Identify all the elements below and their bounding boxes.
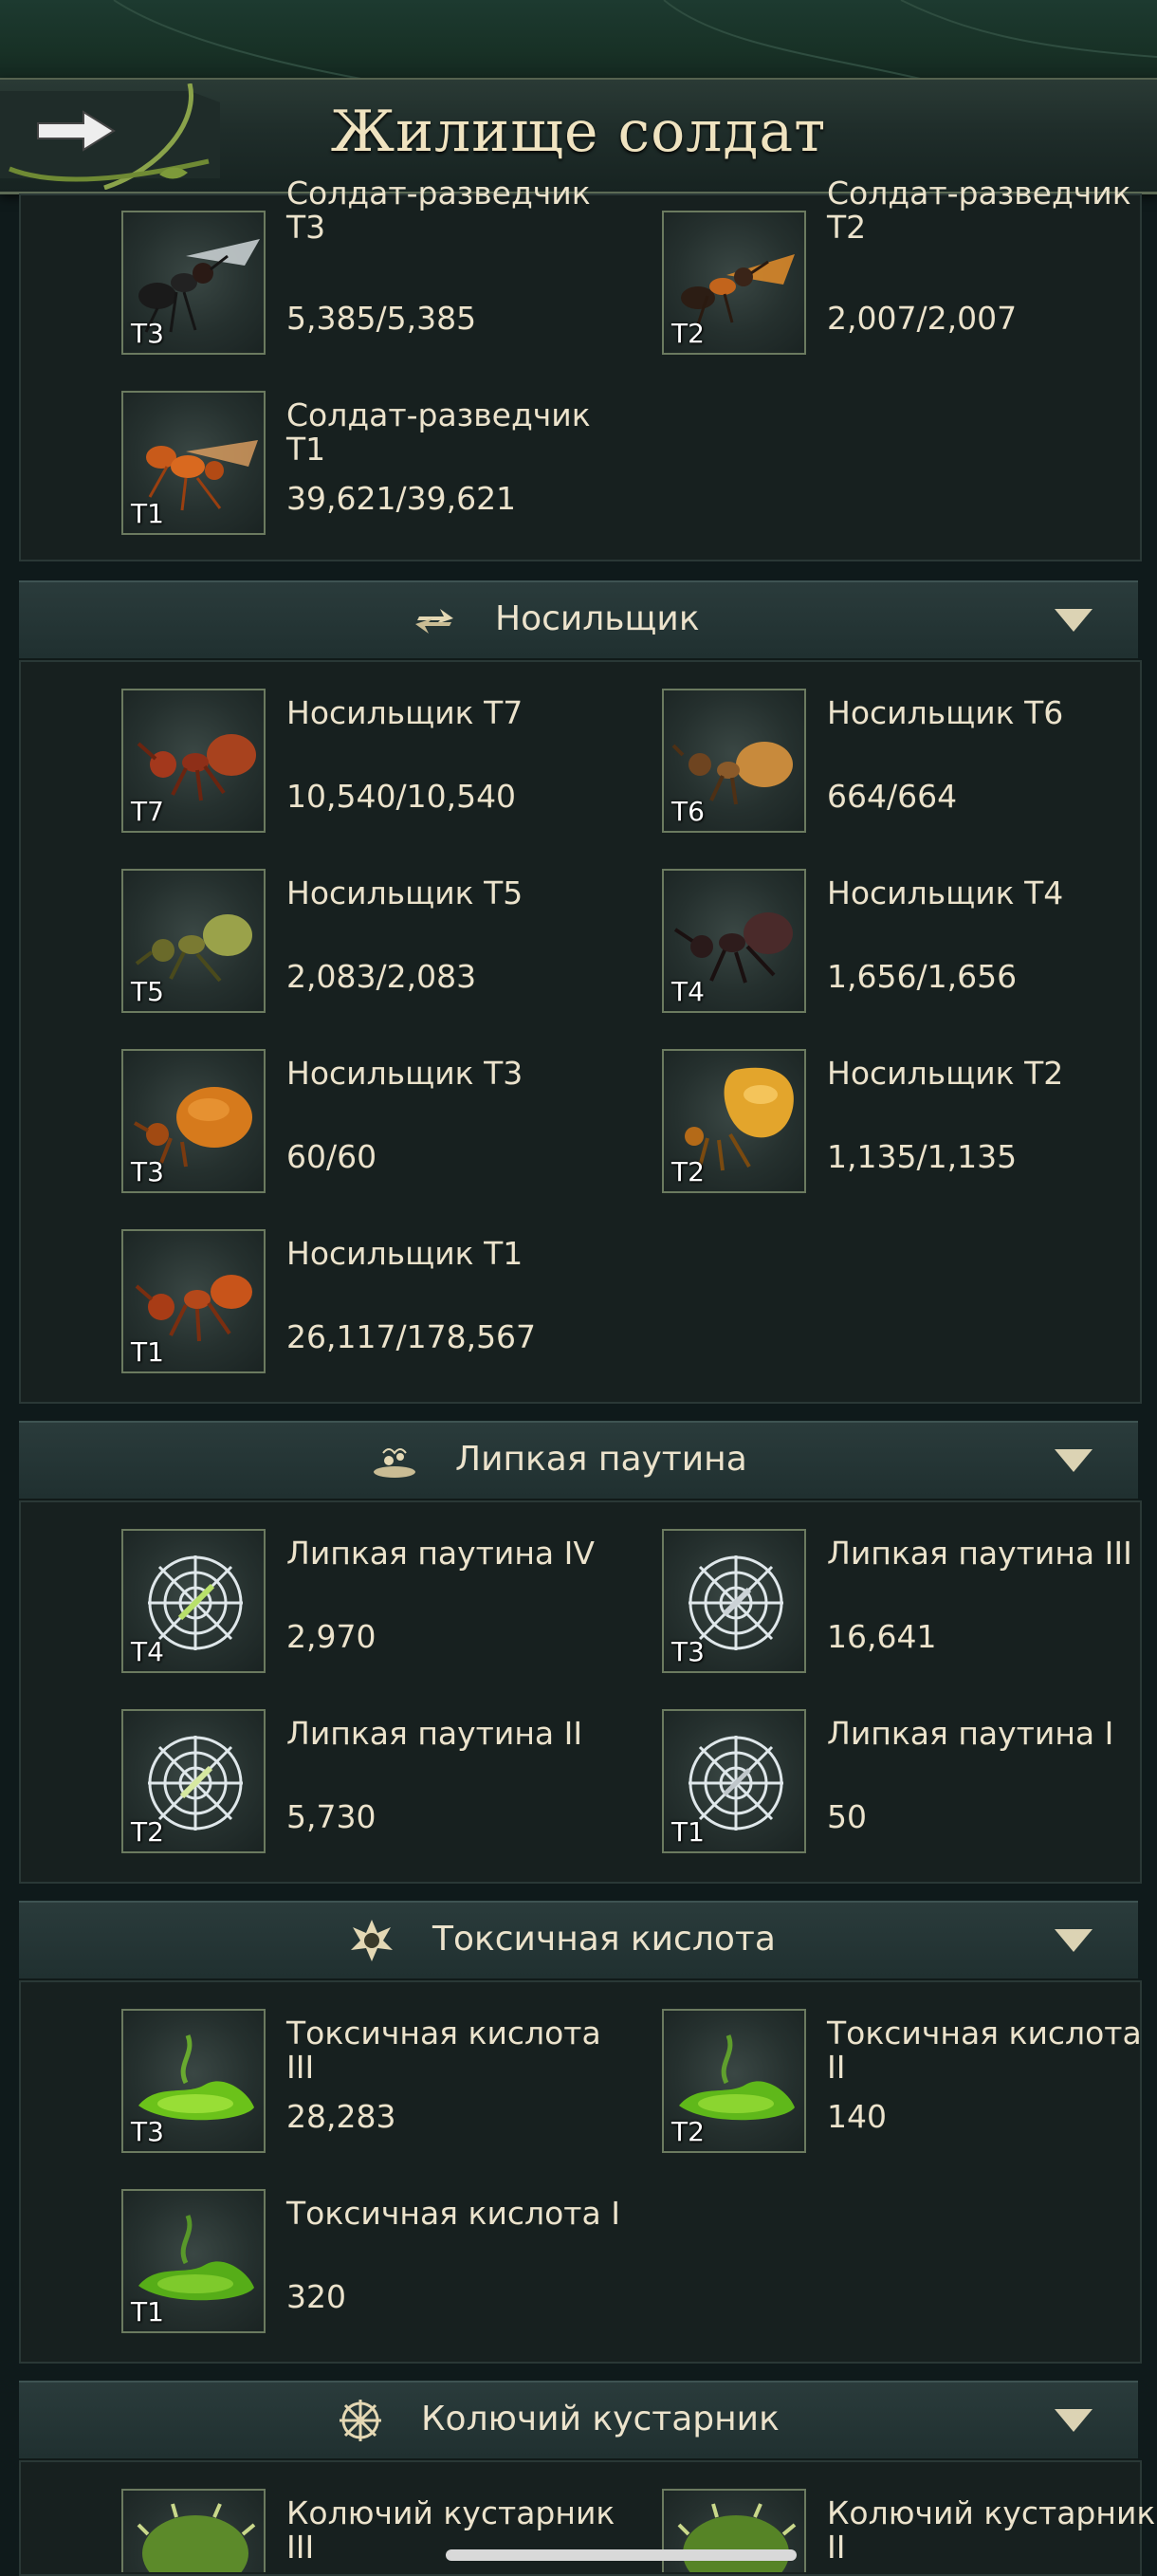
item-count: 5,730 <box>286 1798 376 1835</box>
item-name: Носильщик T5 <box>286 874 523 911</box>
web-2-item[interactable]: T2 Липкая паутина II 5,730 <box>121 1709 615 1861</box>
carrier-t3-item[interactable]: T3 Носильщик T3 60/60 <box>121 1049 615 1201</box>
item-count: 16,641 <box>827 1618 937 1655</box>
web-1-item[interactable]: T1 Липкая паутина I 50 <box>662 1709 1155 1861</box>
item-count: 50 <box>827 1798 867 1835</box>
spider-web-icon: T3 <box>662 1529 806 1673</box>
item-name: Колючий кустарник II <box>827 2494 1155 2566</box>
chevron-down-icon <box>1055 1449 1093 1472</box>
scout-t1-item[interactable]: T1 Солдат-разведчик T1 39,621/39,621 <box>121 391 615 543</box>
item-name: Носильщик T7 <box>286 694 523 731</box>
carrier-t5-item[interactable]: T5 Носильщик T5 2,083/2,083 <box>121 869 615 1021</box>
carrier-t1-item[interactable]: T1 Носильщик T1 26,117/178,567 <box>121 1229 615 1381</box>
item-name: Солдат-разведчик T3 <box>286 175 591 246</box>
item-count: 10,540/10,540 <box>286 778 517 815</box>
item-name: Токсичная кислота II <box>827 2015 1142 2086</box>
carrier-t6-item[interactable]: T6 Носильщик T6 664/664 <box>662 689 1155 840</box>
section-header-carrier[interactable]: Носильщик <box>19 580 1138 660</box>
item-count: 320 <box>286 2278 346 2315</box>
item-name: Липкая паутина IV <box>286 1535 595 1572</box>
acid-3-item[interactable]: T3 Токсичная кислота III 28,283 <box>121 2009 615 2161</box>
chevron-down-icon <box>1055 2409 1093 2432</box>
carrier-t7-item[interactable]: T7 Носильщик T7 10,540/10,540 <box>121 689 615 840</box>
section-header-toxic-acid[interactable]: Токсичная кислота <box>19 1901 1138 1980</box>
spider-web-icon: T4 <box>121 1529 266 1673</box>
chevron-down-icon <box>1055 609 1093 632</box>
item-name: Токсичная кислота III <box>286 2015 601 2086</box>
carrier-ant-icon: T6 <box>662 689 806 833</box>
item-count: 5,385/5,385 <box>286 300 477 337</box>
item-name: Токсичная кислота I <box>286 2195 620 2232</box>
item-count: 39,621/39,621 <box>286 480 517 517</box>
item-name: Носильщик T1 <box>286 1235 523 1272</box>
web-4-item[interactable]: T4 Липкая паутина IV 2,970 <box>121 1529 615 1681</box>
carrier-arrows-icon <box>415 609 453 634</box>
item-name: Липкая паутина III <box>827 1535 1132 1572</box>
scout-t2-item[interactable]: T2 Солдат-разведчик T2 2,007/2,007 <box>662 176 1155 362</box>
carrier-t4-item[interactable]: T4 Носильщик T4 1,656/1,656 <box>662 869 1155 1021</box>
winged-ant-icon: T3 <box>121 211 266 355</box>
section-title: Липкая паутина <box>455 1440 747 1479</box>
item-name: Носильщик T3 <box>286 1055 523 1092</box>
section-header-thorny-bush[interactable]: Колючий кустарник <box>19 2381 1138 2460</box>
winged-ant-icon: T1 <box>121 391 266 535</box>
carrier-ant-icon: T2 <box>662 1049 806 1193</box>
sticky-web-icon <box>374 1448 415 1478</box>
carrier-t2-item[interactable]: T2 Носильщик T2 1,135/1,135 <box>662 1049 1155 1201</box>
item-name: Солдат-разведчик T1 <box>286 396 591 468</box>
acid-puddle-icon: T2 <box>662 2009 806 2153</box>
item-name: Носильщик T6 <box>827 694 1064 731</box>
spider-web-icon: T2 <box>121 1709 266 1853</box>
item-count: 140 <box>827 2098 887 2135</box>
item-name: Липкая паутина II <box>286 1715 583 1752</box>
chevron-down-icon <box>1055 1929 1093 1952</box>
section-title: Колючий кустарник <box>421 2400 780 2438</box>
item-name: Липкая паутина I <box>827 1715 1114 1752</box>
item-count: 26,117/178,567 <box>286 1318 537 1355</box>
scout-t3-item[interactable]: T3 Солдат-разведчик T3 5,385/5,385 <box>121 176 615 362</box>
section-header-sticky-web[interactable]: Липкая паутина <box>19 1421 1138 1500</box>
thorny-bush-icon <box>340 2400 381 2441</box>
spider-web-icon: T1 <box>662 1709 806 1853</box>
carrier-ant-icon: T7 <box>121 689 266 833</box>
item-count: 664/664 <box>827 778 958 815</box>
item-count: 2,007/2,007 <box>827 300 1018 337</box>
carrier-ant-icon: T5 <box>121 869 266 1013</box>
page-title: Жилище солдат <box>330 99 827 165</box>
item-count: 28,283 <box>286 2098 396 2135</box>
acid-1-item[interactable]: T1 Токсичная кислота I 320 <box>121 2189 620 2341</box>
item-count: 2,083/2,083 <box>286 958 477 995</box>
top-decoration <box>0 0 1157 85</box>
item-name: Носильщик T4 <box>827 874 1064 911</box>
acid-puddle-icon: T1 <box>121 2189 266 2333</box>
carrier-ant-icon: T3 <box>121 1049 266 1193</box>
web-3-item[interactable]: T3 Липкая паутина III 16,641 <box>662 1529 1155 1681</box>
home-indicator[interactable] <box>446 2549 797 2561</box>
item-name: Носильщик T2 <box>827 1055 1064 1092</box>
acid-puddle-icon: T3 <box>121 2009 266 2153</box>
item-count: 60/60 <box>286 1138 377 1175</box>
item-count: 1,656/1,656 <box>827 958 1018 995</box>
carrier-ant-icon: T4 <box>662 869 806 1013</box>
item-count: 1,135/1,135 <box>827 1138 1018 1175</box>
acid-2-item[interactable]: T2 Токсичная кислота II 140 <box>662 2009 1155 2161</box>
item-name: Солдат-разведчик T2 <box>827 175 1131 246</box>
carrier-ant-icon: T1 <box>121 1229 266 1373</box>
section-title: Носильщик <box>495 599 700 638</box>
toxic-acid-icon <box>351 1920 393 1961</box>
item-count: 2,970 <box>286 1618 376 1655</box>
thorny-bush-icon <box>121 2489 266 2572</box>
winged-ant-icon: T2 <box>662 211 806 355</box>
section-title: Токсичная кислота <box>432 1920 776 1959</box>
